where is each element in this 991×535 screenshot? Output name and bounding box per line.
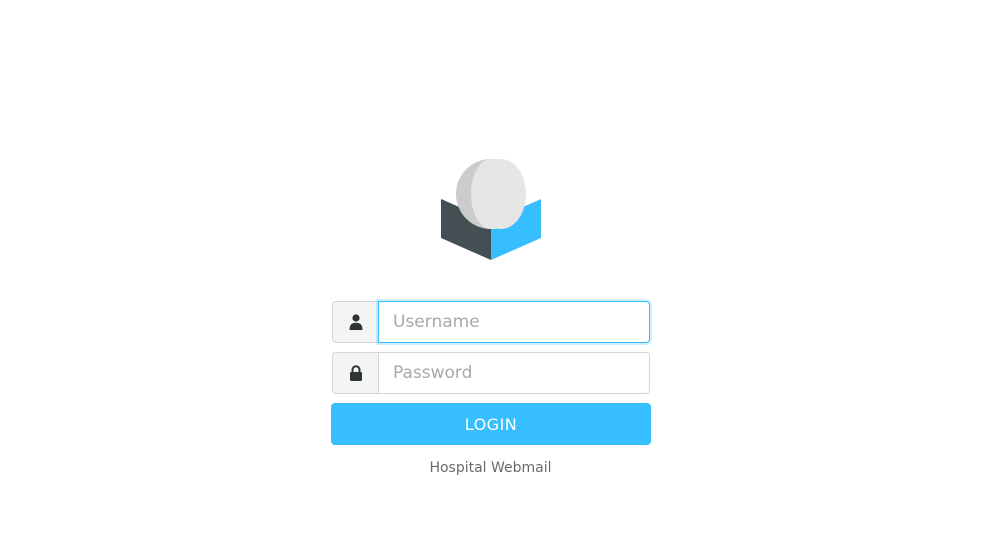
username-group: [332, 301, 650, 343]
login-button[interactable]: LOGIN: [331, 403, 651, 445]
password-group: [332, 352, 650, 394]
product-name: Hospital Webmail: [429, 460, 552, 476]
user-icon: [332, 301, 378, 343]
login-form: LOGIN: [331, 301, 651, 445]
username-input[interactable]: [378, 301, 650, 343]
login-page: LOGIN Hospital Webmail: [0, 0, 991, 535]
password-input[interactable]: [378, 352, 650, 394]
roundcube-logo-icon: [440, 159, 542, 261]
lock-icon: [332, 352, 378, 394]
